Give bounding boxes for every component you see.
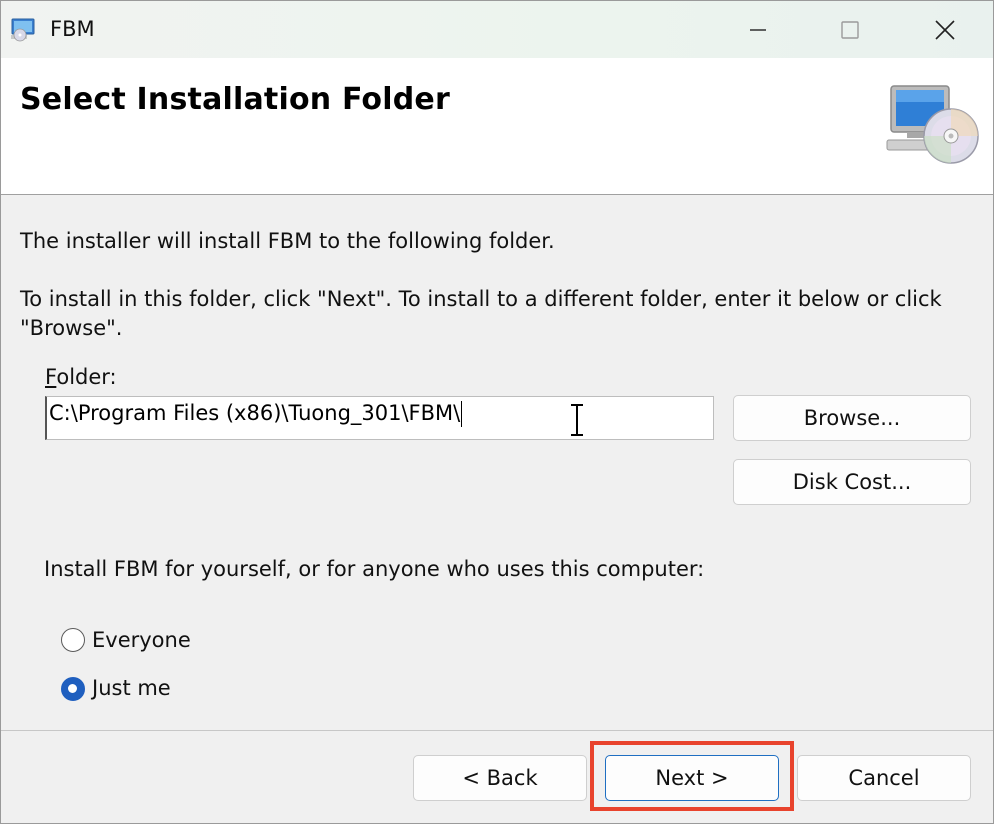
intro-text: The installer will install FBM to the fo… [20, 229, 555, 253]
title-bar[interactable]: FBM [1, 1, 993, 58]
next-button-highlight [590, 741, 794, 811]
install-for-label: Install FBM for yourself, or for anyone … [44, 557, 705, 581]
instruction-text-line-2: "Browse". [20, 316, 123, 340]
page-title: Select Installation Folder [20, 82, 450, 117]
installer-app-icon [11, 18, 35, 42]
radio-just-me-label[interactable]: Just me [92, 676, 171, 700]
back-button[interactable]: < Back [413, 755, 587, 801]
footer-divider [1, 730, 993, 731]
radio-just-me[interactable] [61, 677, 85, 701]
radio-everyone[interactable] [61, 628, 85, 652]
window-title: FBM [50, 17, 95, 41]
browse-button[interactable]: Browse... [733, 395, 971, 441]
ibeam-cursor-icon [571, 404, 583, 436]
close-button[interactable] [896, 1, 993, 58]
close-icon [935, 19, 955, 40]
disk-cost-button[interactable]: Disk Cost... [733, 459, 971, 505]
minimize-button[interactable] [712, 1, 804, 58]
instruction-text-line-1: To install in this folder, click "Next".… [20, 287, 942, 311]
computer-cd-icon [886, 85, 979, 164]
minimize-icon [750, 28, 766, 31]
header-banner: Select Installation Folder [1, 58, 993, 195]
text-caret [461, 401, 463, 427]
cancel-button[interactable]: Cancel [797, 755, 971, 801]
radio-everyone-label[interactable]: Everyone [92, 628, 191, 652]
folder-input[interactable]: C:\Program Files (x86)\Tuong_301\FBM\ [45, 396, 714, 440]
maximize-icon [841, 20, 859, 39]
folder-input-value: C:\Program Files (x86)\Tuong_301\FBM\ [49, 401, 461, 425]
installer-window: FBM Select Installation Folder The insta… [0, 0, 994, 824]
folder-label: Folder: [45, 365, 117, 389]
maximize-button[interactable] [804, 1, 896, 58]
